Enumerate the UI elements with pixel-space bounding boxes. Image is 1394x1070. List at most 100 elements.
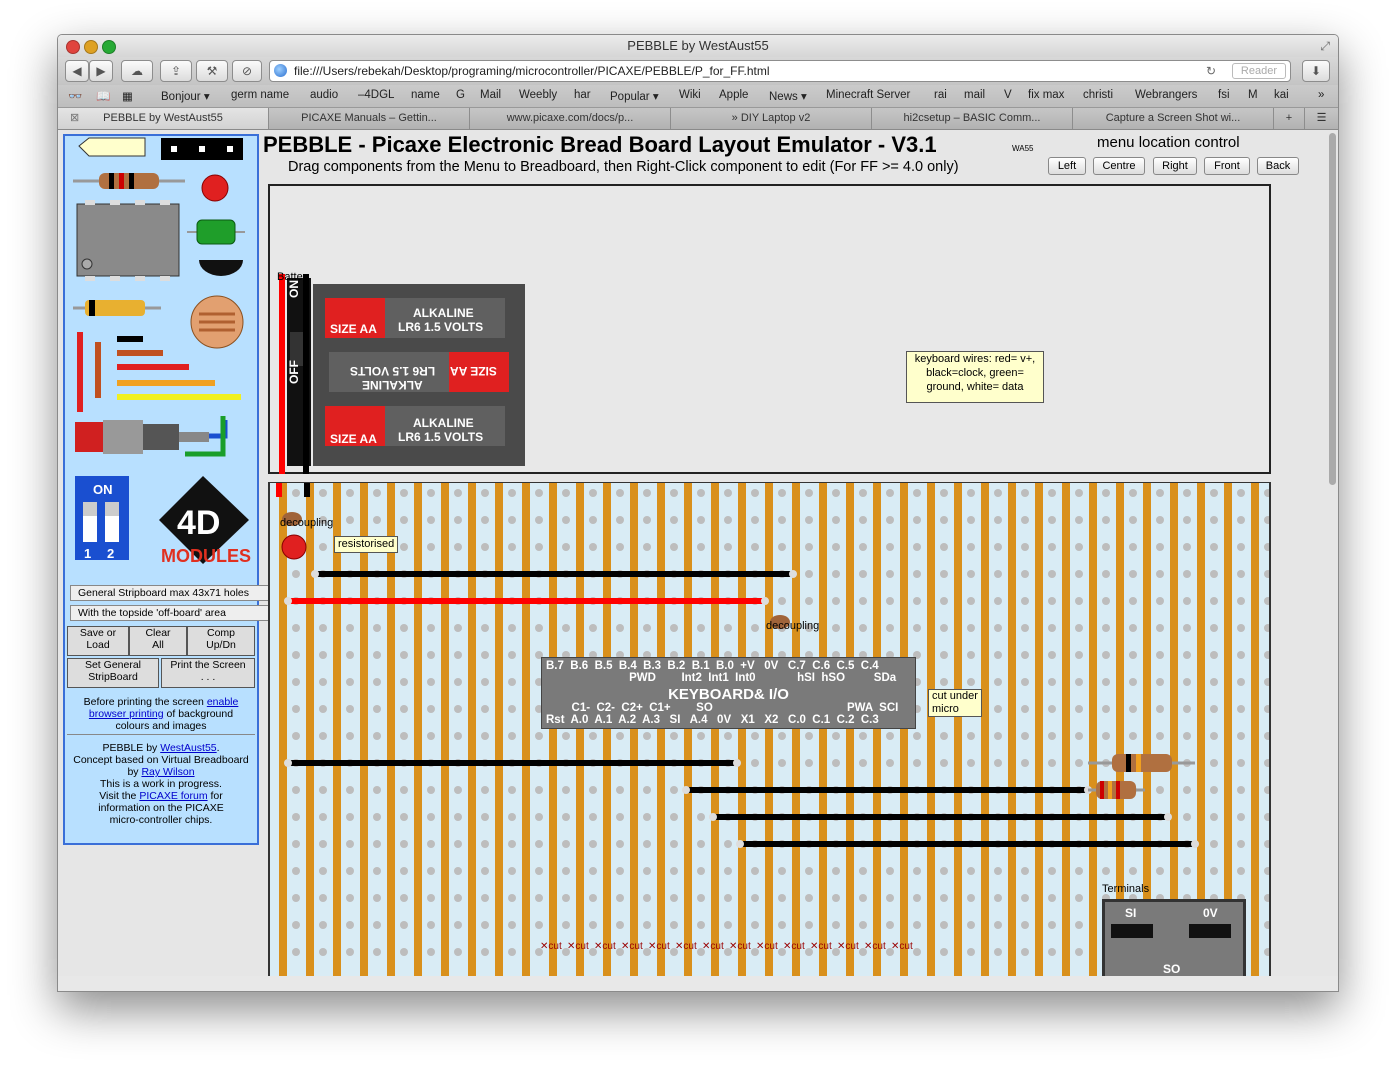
track-cut-marker[interactable]: ✕cut: [540, 941, 567, 952]
icloud-tabs-button[interactable]: ☁: [121, 60, 153, 82]
print-screen-button[interactable]: Print the Screen. . .: [161, 658, 255, 688]
board-hole: [805, 732, 813, 740]
bookmark-item[interactable]: Webrangers: [1135, 89, 1197, 101]
bookmark-item[interactable]: Wiki: [679, 89, 701, 101]
bookmark-item[interactable]: har: [574, 89, 591, 101]
transistor-component[interactable]: [199, 260, 243, 276]
westaust55-link[interactable]: WestAust55: [160, 742, 216, 754]
keyboard-wires-note[interactable]: keyboard wires: red= v+, black=clock, gr…: [906, 351, 1044, 403]
bookmark-item[interactable]: audio: [310, 89, 338, 101]
bookmark-item[interactable]: Popular ▾: [610, 89, 659, 103]
resistorised-label[interactable]: resistorised: [334, 536, 399, 553]
menu-centre-button[interactable]: Centre: [1093, 157, 1145, 175]
more-bookmarks-icon[interactable]: »: [1318, 89, 1324, 101]
bookmark-item[interactable]: –4DGL: [358, 89, 394, 101]
offboard-area-field[interactable]: With the topside 'off-board' area: [70, 605, 275, 621]
tab-capture-screen[interactable]: Capture a Screen Shot wi...: [1073, 108, 1274, 129]
bookmark-item[interactable]: Mail: [480, 89, 501, 101]
track-cut-marker[interactable]: ✕cut: [864, 941, 891, 952]
bookmark-item[interactable]: christi: [1083, 89, 1113, 101]
bookmark-item[interactable]: Bonjour ▾: [161, 89, 210, 103]
address-bar[interactable]: file:///Users/rebekah/Desktop/programing…: [269, 60, 1291, 82]
cut-under-micro-label[interactable]: cut under micro: [928, 689, 982, 717]
reading-list-icon[interactable]: 👓: [68, 89, 82, 103]
track-cut-marker[interactable]: ✕cut: [729, 941, 756, 952]
track-cut-marker[interactable]: ✕cut: [621, 941, 648, 952]
menu-back-button[interactable]: Back: [1257, 157, 1299, 175]
clear-all-button[interactable]: Clear All: [129, 626, 187, 656]
browser-printing-link[interactable]: browser printing: [89, 708, 164, 720]
bookmark-item[interactable]: Minecraft Server: [826, 89, 910, 101]
zoom-window-button[interactable]: [102, 40, 116, 54]
bookmark-item[interactable]: News ▾: [769, 89, 807, 103]
tab-hi2csetup[interactable]: hi2csetup – BASIC Comm...: [872, 108, 1073, 129]
close-tab-icon[interactable]: ⊠: [70, 108, 79, 129]
menu-front-button[interactable]: Front: [1204, 157, 1250, 175]
close-window-button[interactable]: [66, 40, 80, 54]
connector-component[interactable]: [161, 138, 243, 160]
reload-icon[interactable]: ↻: [1206, 61, 1216, 81]
comp-updn-button[interactable]: Comp Up/Dn: [187, 626, 255, 656]
track-cut-marker[interactable]: ✕cut: [756, 941, 783, 952]
track-cut-marker[interactable]: ✕cut: [891, 941, 918, 952]
track-cut-marker[interactable]: ✕cut: [702, 941, 729, 952]
board-hole: [454, 543, 462, 551]
led-component[interactable]: [201, 174, 229, 202]
copper-strip: [765, 483, 773, 976]
downloads-button[interactable]: ⬇: [1302, 60, 1330, 82]
tab-picaxe-manuals[interactable]: PICAXE Manuals – Gettin...: [269, 108, 470, 129]
minimize-window-button[interactable]: [84, 40, 98, 54]
back-button[interactable]: ◀: [65, 60, 89, 82]
ic-component[interactable]: [76, 200, 180, 281]
tab-picaxe-docs[interactable]: www.picaxe.com/docs/p...: [470, 108, 671, 129]
track-cut-marker[interactable]: ✕cut: [837, 941, 864, 952]
save-load-button[interactable]: Save or Load: [67, 626, 129, 656]
label-component[interactable]: [78, 137, 146, 157]
menu-right-button[interactable]: Right: [1153, 157, 1197, 175]
bookmarks-icon[interactable]: 📖: [96, 89, 110, 103]
fullscreen-icon[interactable]: ⤢: [1320, 39, 1330, 54]
bookmark-item[interactable]: G: [456, 89, 465, 101]
diode-component[interactable]: [73, 300, 161, 316]
keyboard-io-chip[interactable]: B.7 B.6 B.5 B.4 B.3 B.2 B.1 B.0 +V 0V C.…: [541, 657, 916, 729]
bookmark-item[interactable]: kai: [1274, 89, 1289, 101]
block-button[interactable]: ⊘: [232, 60, 262, 82]
forward-button[interactable]: ▶: [89, 60, 113, 82]
bookmark-item[interactable]: V: [1004, 89, 1012, 101]
track-cut-marker[interactable]: ✕cut: [594, 941, 621, 952]
bookmark-item[interactable]: germ name: [231, 89, 289, 101]
bookmark-item[interactable]: name: [411, 89, 440, 101]
tools-button[interactable]: ⚒: [196, 60, 228, 82]
new-tab-button[interactable]: +: [1274, 108, 1305, 129]
menu-left-button[interactable]: Left: [1048, 157, 1086, 175]
bookmark-item[interactable]: fix max: [1028, 89, 1064, 101]
ldr-component[interactable]: [190, 295, 244, 349]
vertical-scrollbar[interactable]: [1329, 133, 1336, 485]
bookmark-item[interactable]: Apple: [719, 89, 748, 101]
track-cut-marker[interactable]: ✕cut: [648, 941, 675, 952]
stripboard-type-field[interactable]: General Stripboard max 43x71 holes: [70, 585, 275, 601]
bookmark-item[interactable]: mail: [964, 89, 985, 101]
enable-link[interactable]: enable: [207, 696, 239, 708]
bookmark-item[interactable]: rai: [934, 89, 947, 101]
capacitor-component[interactable]: [187, 219, 245, 245]
resistor-component[interactable]: [73, 173, 185, 189]
tab-pebble[interactable]: ⊠ PEBBLE by WestAust55: [58, 108, 269, 129]
bookmark-item[interactable]: M: [1248, 89, 1258, 101]
ray-wilson-link[interactable]: Ray Wilson: [141, 766, 194, 778]
track-cut-marker[interactable]: ✕cut: [567, 941, 594, 952]
picaxe-forum-link[interactable]: PICAXE forum: [139, 790, 207, 802]
terminals-block[interactable]: SI 0V SO: [1102, 899, 1246, 976]
track-cut-marker[interactable]: ✕cut: [675, 941, 702, 952]
set-general-stripboard-button[interactable]: Set General StripBoard: [67, 658, 159, 688]
top-sites-icon[interactable]: ▦: [122, 89, 133, 103]
tab-overview-button[interactable]: ☰: [1305, 108, 1338, 129]
tab-diy-laptop[interactable]: » DIY Laptop v2: [671, 108, 872, 129]
bookmark-item[interactable]: fsi: [1218, 89, 1230, 101]
reader-button[interactable]: Reader: [1231, 63, 1286, 79]
share-button[interactable]: ⇪: [160, 60, 192, 82]
track-cut-marker[interactable]: ✕cut: [810, 941, 837, 952]
track-cut-marker[interactable]: ✕cut: [783, 941, 810, 952]
switch-component[interactable]: [75, 416, 228, 457]
bookmark-item[interactable]: Weebly: [519, 89, 557, 101]
